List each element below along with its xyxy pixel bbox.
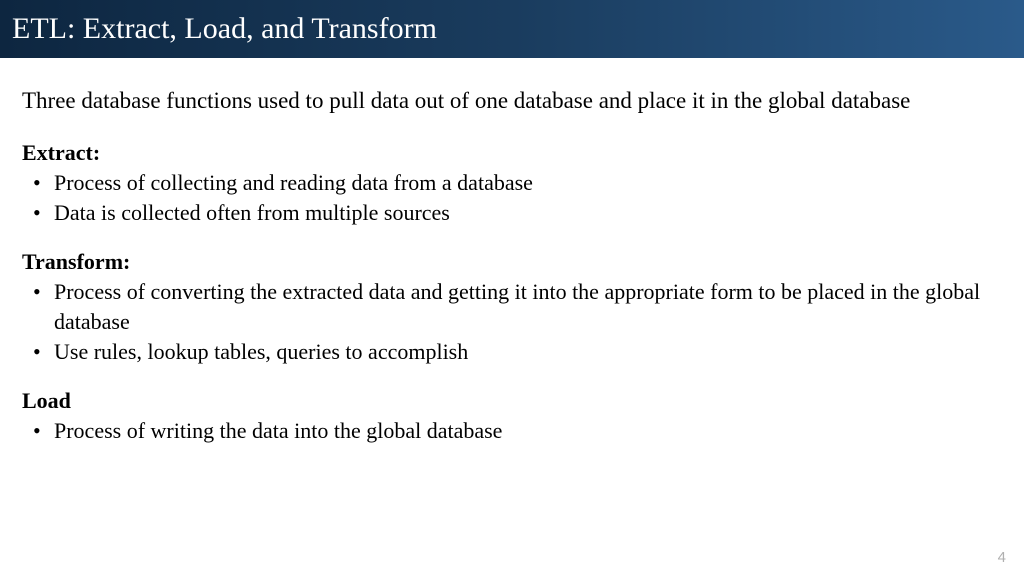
section-heading: Extract: (22, 140, 1002, 166)
slide-content: Three database functions used to pull da… (0, 58, 1024, 446)
section-heading: Transform: (22, 249, 1002, 275)
slide-title-bar: ETL: Extract, Load, and Transform (0, 0, 1024, 58)
list-item: Data is collected often from multiple so… (22, 198, 1002, 228)
bullet-list: Process of converting the extracted data… (22, 277, 1002, 366)
section-load: Load Process of writing the data into th… (22, 388, 1002, 446)
section-heading: Load (22, 388, 1002, 414)
page-number: 4 (998, 549, 1006, 566)
list-item: Use rules, lookup tables, queries to acc… (22, 337, 1002, 367)
list-item: Process of collecting and reading data f… (22, 168, 1002, 198)
bullet-list: Process of collecting and reading data f… (22, 168, 1002, 227)
section-transform: Transform: Process of converting the ext… (22, 249, 1002, 366)
list-item: Process of writing the data into the glo… (22, 416, 1002, 446)
list-item: Process of converting the extracted data… (22, 277, 1002, 336)
section-extract: Extract: Process of collecting and readi… (22, 140, 1002, 227)
slide-title: ETL: Extract, Load, and Transform (12, 12, 437, 46)
bullet-list: Process of writing the data into the glo… (22, 416, 1002, 446)
intro-text: Three database functions used to pull da… (22, 86, 1002, 116)
